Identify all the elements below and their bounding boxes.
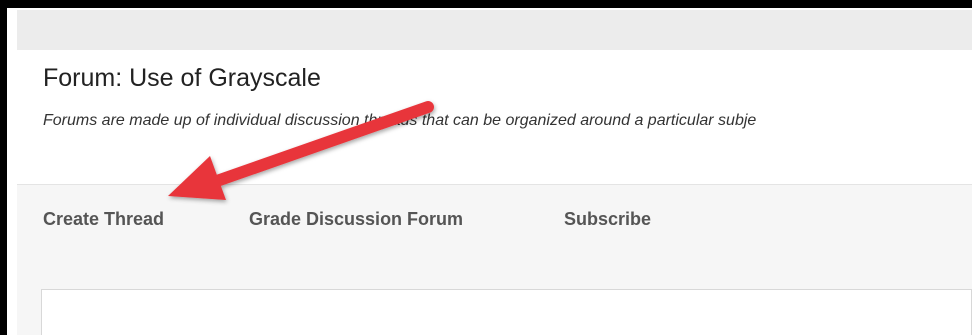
subscribe-button[interactable]: Subscribe <box>564 209 651 230</box>
top-toolbar-strip <box>17 10 972 50</box>
grade-discussion-forum-button[interactable]: Grade Discussion Forum <box>249 209 463 230</box>
create-thread-button[interactable]: Create Thread <box>43 209 164 230</box>
forum-header: Forum: Use of Grayscale Forums are made … <box>17 50 972 185</box>
page-title: Forum: Use of Grayscale <box>43 64 321 92</box>
thread-list-panel <box>41 289 972 335</box>
action-bar: Create Thread Grade Discussion Forum Sub… <box>17 184 972 258</box>
screenshot-frame: Forum: Use of Grayscale Forums are made … <box>0 0 972 335</box>
page-description: Forums are made up of individual discuss… <box>43 112 757 129</box>
content-area <box>17 257 972 335</box>
